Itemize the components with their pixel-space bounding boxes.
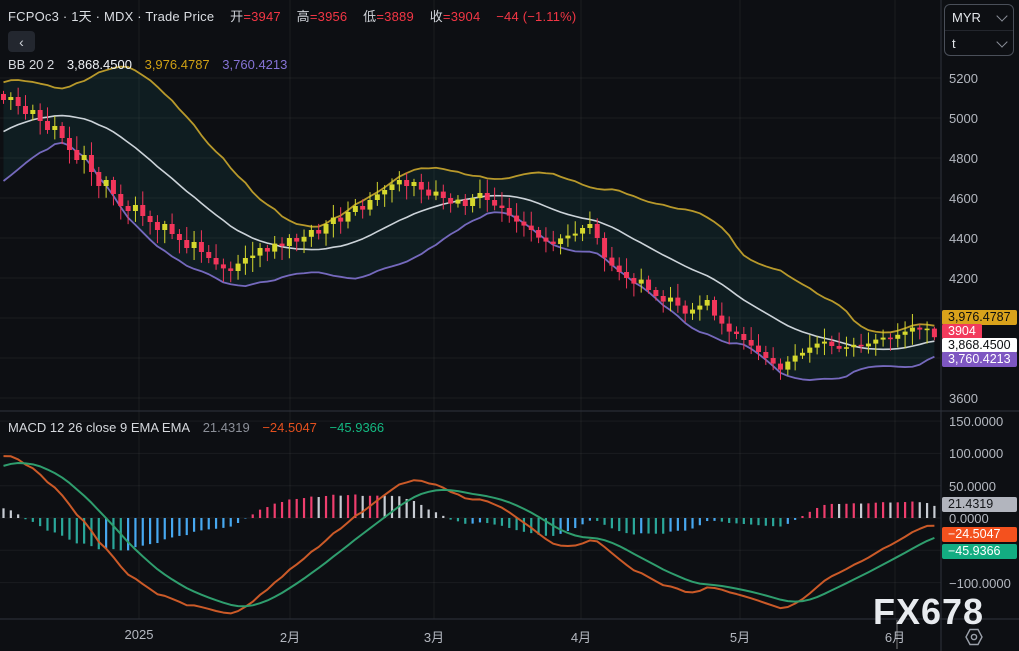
- time-axis-label: 2月: [279, 630, 301, 645]
- price-badge: 3,868.4500: [942, 338, 1017, 353]
- price-badge: 3,760.4213: [942, 352, 1017, 367]
- price-axis[interactable]: 5200 5000 4800 4600 4400 4200 3600 3,976.4787 39…: [941, 0, 1019, 619]
- macd-badge: −45.9366: [942, 543, 1017, 559]
- price-tick-label: 4200: [949, 271, 978, 286]
- macd-tick-label: −100.0000: [949, 575, 1011, 591]
- time-axis-label: 5月: [729, 630, 751, 645]
- bb-upper-value: 3,976.4787: [144, 57, 210, 72]
- price-tick-label: 5000: [949, 111, 978, 126]
- time-axis-label: 2025: [124, 627, 154, 642]
- time-axis-label: 4月: [570, 630, 592, 645]
- macd-tick-label: 100.0000: [949, 446, 1004, 462]
- price-badge: 3,976.4787: [942, 310, 1017, 325]
- time-axis[interactable]: 2025 2月 3月 4月 5月 6月: [0, 619, 1019, 651]
- macd-histogram-value: 21.4319: [202, 420, 250, 435]
- macd-tick-label: 150.0000: [949, 414, 1004, 430]
- macd-indicator-legend: MACD 12 26 close 9 EMA EMA 21.4319 −24.5…: [8, 420, 393, 435]
- macd-pane[interactable]: [2, 455, 936, 615]
- macd-tick-label: 0.0000: [949, 511, 989, 526]
- bb-title: BB 20 2: [8, 57, 55, 72]
- price-tick-label: 4600: [949, 191, 978, 206]
- price-tick-label: 4800: [949, 151, 978, 166]
- macd-tick-label: 50.0000: [949, 478, 996, 494]
- bb-lower-value: 3,760.4213: [222, 57, 288, 72]
- price-tick-label: 5200: [949, 71, 978, 86]
- high-value: 高=3956: [296, 9, 348, 24]
- macd-line-value: −24.5047: [262, 420, 317, 435]
- symbol-header: FCPOc3 · 1天 · MDX · Trade Price 开=3947 高…: [8, 6, 576, 25]
- macd-badge: 21.4319: [942, 497, 1017, 513]
- bb-basis-value: 3,868.4500: [66, 57, 132, 72]
- change-value: −44 (−1.11%): [496, 9, 577, 24]
- axis-settings-icon[interactable]: [964, 628, 984, 646]
- macd-title: MACD 12 26 close 9 EMA EMA: [8, 420, 191, 435]
- symbol-title: FCPOc3 · 1天 · MDX · Trade Price: [8, 9, 215, 24]
- macd-badge: −24.5047: [942, 526, 1017, 542]
- low-value: 低=3889: [363, 9, 414, 24]
- open-value: 开=3947: [230, 9, 281, 24]
- chart-canvas[interactable]: [0, 0, 1019, 651]
- trading-chart-window: FCPOc3 · 1天 · MDX · Trade Price 开=3947 高…: [0, 0, 1019, 651]
- price-tick-label: 4400: [949, 231, 978, 246]
- time-axis-label: 3月: [423, 630, 445, 645]
- bb-indicator-legend: BB 20 2 3,868.4500 3,976.4787 3,760.4213: [8, 57, 296, 72]
- close-value: 收=3904: [429, 9, 481, 24]
- watermark: FX678: [873, 591, 985, 632]
- price-badge: 3904: [942, 324, 982, 339]
- macd-signal-value: −45.9366: [329, 420, 385, 435]
- chevron-left-icon: ‹: [19, 33, 24, 50]
- back-button[interactable]: ‹: [8, 31, 35, 52]
- price-tick-label: 3600: [949, 391, 978, 406]
